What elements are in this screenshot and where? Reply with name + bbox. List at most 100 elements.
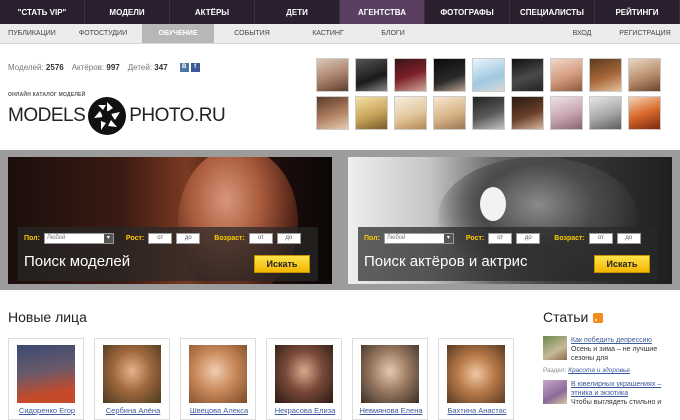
height-from-input[interactable]: от — [148, 233, 173, 244]
section-link[interactable]: Красота и здоровье — [568, 367, 630, 374]
subnav-casting[interactable]: Кастинг — [290, 24, 366, 43]
article-link[interactable]: В ювелирных украшениях – этника и экзоти… — [571, 380, 673, 398]
new-faces-title: Новые лица — [8, 309, 87, 325]
age-from-input[interactable]: от — [248, 233, 273, 244]
model-thumbnail[interactable] — [355, 58, 388, 92]
face-name[interactable]: Сербина Алёна — [95, 406, 171, 415]
model-thumbnail[interactable] — [550, 58, 583, 92]
face-photo — [103, 345, 161, 403]
articles-title-text: Статьи — [543, 309, 589, 325]
actors-search-title: Поиск актёров и актрис — [364, 253, 528, 270]
vk-icon[interactable]: B — [179, 63, 189, 72]
subnav-publications[interactable]: Публикации — [0, 24, 64, 43]
gender-select[interactable]: Любой ▾ — [383, 233, 454, 244]
model-thumbnail[interactable] — [472, 96, 505, 130]
actors-search-panel: Пол: Любой ▾ Рост: от до Возраст: от до П… — [348, 157, 672, 284]
model-thumbnail[interactable] — [394, 58, 427, 92]
site-stats: Моделей: 2576 Актёров: 997 Детей: 347 B … — [8, 63, 200, 72]
age-to-input[interactable]: до — [276, 233, 301, 244]
actors-search-button[interactable]: Искать — [594, 255, 650, 273]
subnav-events[interactable]: События — [214, 24, 290, 43]
rss-icon[interactable] — [593, 313, 604, 324]
login-link[interactable]: Вход — [554, 24, 610, 43]
actors-count: 997 — [106, 63, 120, 72]
face-photo — [17, 345, 75, 403]
article-link[interactable]: Как победить депрессию — [571, 336, 673, 345]
models-count: 2576 — [45, 63, 64, 72]
gender-label: Пол: — [364, 235, 380, 242]
kids-count: 347 — [154, 63, 168, 72]
logo-word-photo: PHOTO.RU — [129, 105, 226, 126]
nav-become-vip[interactable]: "Стать VIP" — [0, 0, 85, 24]
nav-ratings[interactable]: Рейтинги — [595, 0, 680, 24]
model-thumbnail[interactable] — [511, 96, 544, 130]
face-name[interactable]: Сидоренко Егор — [9, 406, 85, 415]
mask-photo — [480, 187, 506, 221]
model-thumbnail[interactable] — [628, 58, 661, 92]
height-to-input[interactable]: до — [176, 233, 201, 244]
models-search-button[interactable]: Искать — [254, 255, 310, 273]
face-photo — [361, 345, 419, 403]
face-name[interactable]: Некрасова Елиза — [267, 406, 343, 415]
height-label: Рост: — [465, 235, 485, 242]
model-thumbnail[interactable] — [316, 58, 349, 92]
face-card[interactable]: Некрасова Елиза — [266, 338, 342, 420]
site-logo[interactable]: MODELS PHOTO.RU — [8, 96, 226, 136]
actors-count-label: Актёров: — [71, 63, 105, 72]
model-thumbnail[interactable] — [511, 58, 544, 92]
model-thumbnail[interactable] — [628, 96, 661, 130]
age-label: Возраст: — [214, 235, 245, 242]
articles-title: Статьи — [543, 309, 604, 325]
article-excerpt: Осень и зима – не лучшие сезоны для — [571, 346, 658, 362]
models-search-form: Пол: Любой ▾ Рост: от до Возраст: от до П… — [18, 227, 318, 281]
article-excerpt: Чтобы выглядеть стильно и — [571, 399, 662, 406]
chevron-down-icon: ▾ — [103, 234, 113, 243]
age-from-input[interactable]: от — [588, 233, 613, 244]
model-thumbnail[interactable] — [550, 96, 583, 130]
face-name[interactable]: Швецова Алекса — [181, 406, 257, 415]
face-card[interactable]: Сербина Алёна — [94, 338, 170, 420]
nav-photographers[interactable]: Фотографы — [425, 0, 510, 24]
gender-select[interactable]: Любой ▾ — [43, 233, 114, 244]
face-card[interactable]: Невмянова Елена — [352, 338, 428, 420]
subnav-blogs[interactable]: Блоги — [366, 24, 420, 43]
sub-navigation: Публикации Фотостудии Обучение События К… — [0, 24, 680, 44]
nav-actors[interactable]: Актёры — [170, 0, 255, 24]
nav-models[interactable]: Модели — [85, 0, 170, 24]
model-thumbnail[interactable] — [433, 58, 466, 92]
logo-word-models: MODELS — [8, 105, 86, 126]
article-item[interactable]: Как победить депрессию Осень и зима – не… — [543, 336, 673, 363]
model-thumbnail[interactable] — [472, 58, 505, 92]
subnav-photostudios[interactable]: Фотостудии — [64, 24, 142, 43]
nav-agencies[interactable]: Агентства — [340, 0, 425, 24]
nav-specialists[interactable]: Специалисты — [510, 0, 595, 24]
camera-shutter-icon — [88, 97, 127, 135]
models-search-panel: Пол: Любой ▾ Рост: от до Возраст: от до П… — [8, 157, 332, 284]
gender-select-value: Любой — [386, 235, 406, 241]
height-from-input[interactable]: от — [488, 233, 513, 244]
subnav-education[interactable]: Обучение — [142, 24, 214, 43]
face-card[interactable]: Швецова Алекса — [180, 338, 256, 420]
face-card[interactable]: Бахтина Анастас — [438, 338, 514, 420]
height-to-input[interactable]: до — [516, 233, 541, 244]
gender-select-value: Любой — [46, 235, 66, 241]
register-link[interactable]: Регистрация — [610, 24, 680, 43]
model-thumbnail[interactable] — [589, 96, 622, 130]
facebook-icon[interactable]: f — [190, 63, 200, 72]
model-thumbnail[interactable] — [394, 96, 427, 130]
face-card[interactable]: Сидоренко Егор — [8, 338, 84, 420]
social-links: B f — [179, 63, 200, 72]
age-to-input[interactable]: до — [616, 233, 641, 244]
model-thumbnail[interactable] — [355, 96, 388, 130]
face-name[interactable]: Бахтина Анастас — [439, 406, 515, 415]
article-item[interactable]: В ювелирных украшениях – этника и экзоти… — [543, 380, 673, 407]
model-thumbnail[interactable] — [433, 96, 466, 130]
model-thumbnail[interactable] — [589, 58, 622, 92]
model-thumbnail[interactable] — [316, 96, 349, 130]
article-thumbnail — [543, 336, 567, 360]
nav-kids[interactable]: Дети — [255, 0, 340, 24]
article-thumbnail — [543, 380, 567, 404]
kids-count-label: Детей: — [127, 63, 153, 72]
models-count-label: Моделей: — [8, 63, 44, 72]
face-name[interactable]: Невмянова Елена — [353, 406, 429, 415]
